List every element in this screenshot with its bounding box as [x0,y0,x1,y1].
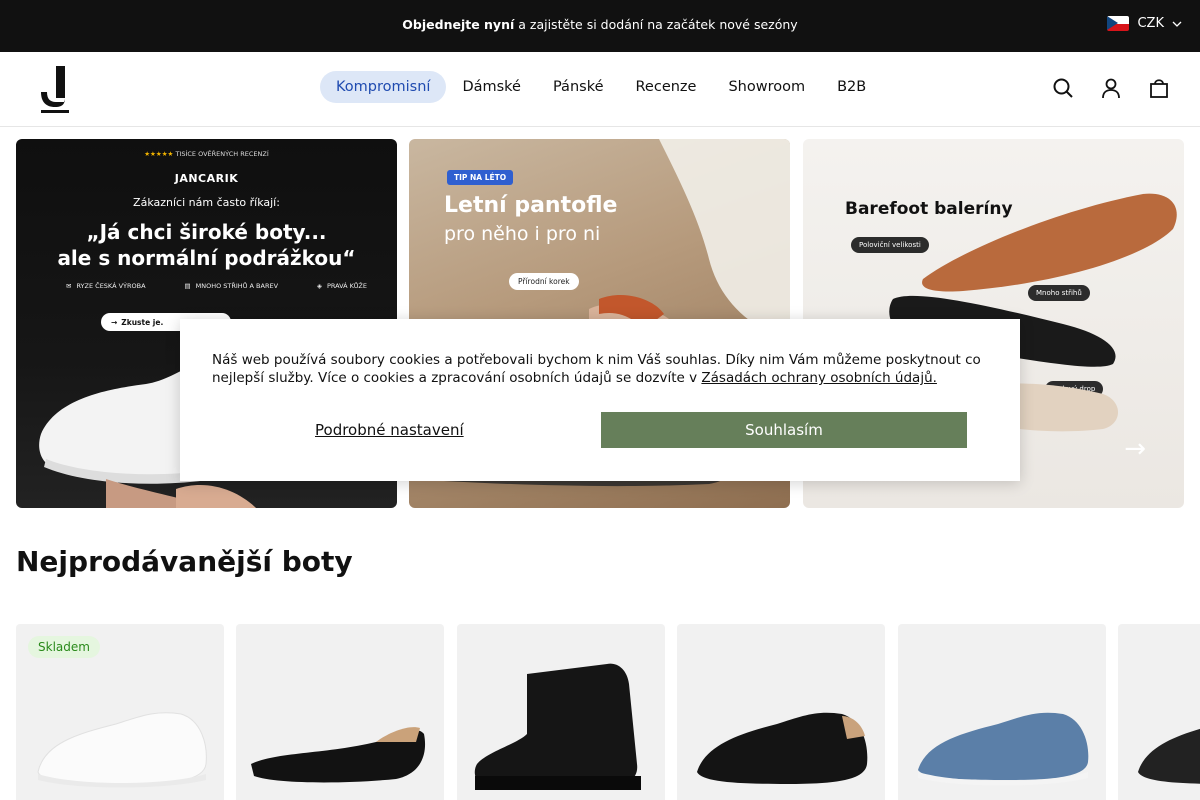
czech-flag-icon [1107,16,1130,31]
nav-item-kompromisni[interactable]: Kompromisní [320,71,447,103]
user-icon[interactable] [1100,77,1122,99]
product-image [251,727,426,783]
currency-label: CZK [1137,16,1164,31]
banner-brand: JANCARIK [174,172,239,185]
product-card[interactable] [236,624,444,800]
announcement-rest: a zajistěte si dodání na začátek nové se… [518,17,798,32]
chevron-down-icon [1172,21,1182,27]
nav-item-b2b[interactable]: B2B [821,71,882,103]
banner-headline: „Já chci široké boty... ale s normální p… [57,220,356,270]
feature-item: ▤ MNOHO STŘIHŮ A BAREV [184,282,279,290]
announcement-bar: Objednejte nyní a zajistěte si dodání na… [0,0,1200,52]
section-title: Nejprodávanější boty [16,545,353,578]
privacy-policy-link[interactable]: Zásadách ochrany osobních údajů. [701,370,937,386]
cookie-text: Náš web používá soubory cookies a potřeb… [212,352,981,386]
nav-item-damske[interactable]: Dámské [446,71,537,103]
stars-icon: ★★★★★ [144,150,174,158]
banner-features: ✉ RYZE ČESKÁ VÝROBA ▤ MNOHO STŘIHŮ A BAREV… [66,282,367,290]
nav-item-showroom[interactable]: Showroom [712,71,821,103]
product-image [697,712,868,784]
product-carousel: Skladem [16,624,1200,800]
announcement-text: Objednejte nyní a zajistěte si dodání na… [0,17,1200,32]
product-image [474,663,641,790]
product-card[interactable] [457,624,665,800]
carousel-next-icon[interactable]: → [1124,434,1146,464]
leather-icon: ◈ [316,282,322,290]
nav-item-panske[interactable]: Pánské [537,71,620,103]
product-card[interactable] [1118,624,1200,800]
feature-item: ✉ RYZE ČESKÁ VÝROBA [66,282,146,290]
banner-reviews-line: ★★★★★ TISÍCE OVĚŘENÝCH RECENZÍ [144,150,269,158]
site-header: Kompromisní Dámské Pánské Recenze Showro… [0,52,1200,127]
logo[interactable] [38,64,72,114]
stock-badge: Skladem [28,636,100,658]
cookie-consent-dialog: Náš web používá soubory cookies a potřeb… [180,319,1020,481]
cart-icon[interactable] [1148,77,1170,99]
feature-item: ◈ PRAVÁ KŮŽE [316,282,367,290]
currency-selector[interactable]: CZK [1107,16,1182,31]
search-icon[interactable] [1052,77,1074,99]
cookie-accept-button[interactable]: Souhlasím [601,412,967,448]
cookie-settings-button[interactable]: Podrobné nastavení [315,421,464,439]
product-image [918,712,1089,786]
announcement-bold: Objednejte nyní [402,17,515,32]
envelope-icon: ✉ [66,282,72,290]
banner-subtitle: Zákazníci nám často říkají: [133,196,280,209]
product-card[interactable]: Skladem [16,624,224,800]
nav-item-recenze[interactable]: Recenze [620,71,713,103]
header-actions [1052,77,1170,99]
product-card[interactable] [677,624,885,800]
layers-icon: ▤ [184,282,191,290]
product-image [1138,728,1200,784]
product-card[interactable] [898,624,1106,800]
arrow-right-icon: → [111,317,118,327]
main-nav: Kompromisní Dámské Pánské Recenze Showro… [320,71,882,103]
